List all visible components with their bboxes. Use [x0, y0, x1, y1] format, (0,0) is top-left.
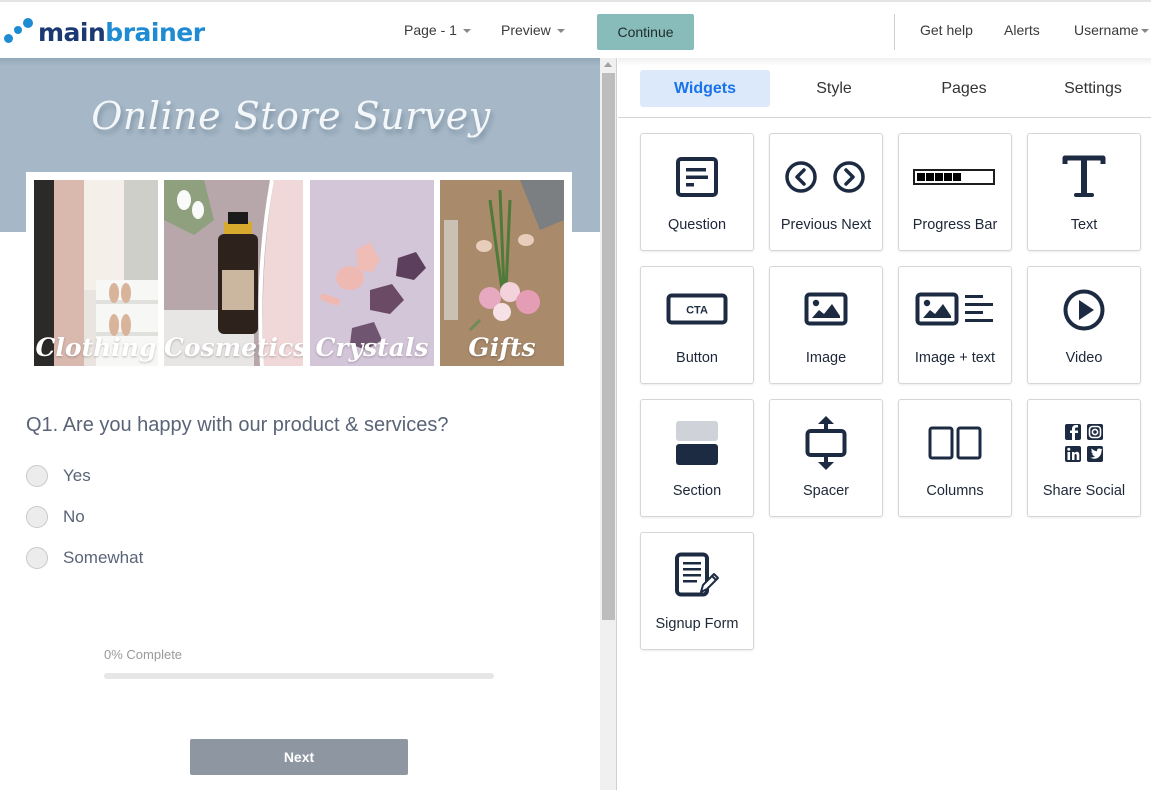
- image-text-icon: [899, 285, 1011, 335]
- cta-button-icon: CTA: [641, 285, 753, 335]
- widget-image[interactable]: Image: [769, 266, 883, 384]
- category-label: Clothing: [35, 333, 157, 362]
- chevron-down-icon: [1140, 29, 1149, 33]
- linkedin-icon: [1065, 446, 1081, 462]
- widget-section[interactable]: Section: [640, 399, 754, 517]
- option-no[interactable]: No: [26, 506, 85, 528]
- option-label: Yes: [63, 466, 91, 485]
- widget-label: Text: [1070, 217, 1098, 233]
- previous-next-icon: [770, 152, 882, 202]
- preview-scrollbar[interactable]: [600, 58, 617, 790]
- category-image-crystals: Crystals: [310, 180, 434, 366]
- logo-dots-icon: [4, 16, 38, 46]
- category-image-cosmetics: Cosmetics: [164, 180, 303, 366]
- text-icon: [1028, 152, 1140, 202]
- widget-label: Signup Form: [655, 616, 739, 632]
- instagram-icon: [1087, 424, 1103, 440]
- tab-settings[interactable]: Settings: [1028, 70, 1151, 107]
- category-label: Crystals: [315, 333, 429, 362]
- preview-dropdown-label: Preview: [501, 22, 551, 38]
- option-label: No: [63, 507, 85, 526]
- alerts-link[interactable]: Alerts: [1004, 22, 1040, 38]
- option-yes[interactable]: Yes: [26, 465, 91, 487]
- chevron-down-icon: [556, 29, 565, 33]
- widget-label: Columns: [926, 483, 984, 499]
- radio-button[interactable]: [26, 547, 48, 569]
- progress-bar: [104, 673, 494, 679]
- columns-icon: [899, 418, 1011, 468]
- next-button[interactable]: Next: [190, 739, 408, 775]
- video-play-icon: [1028, 285, 1140, 335]
- category-image-clothing: Clothing: [34, 180, 158, 366]
- progress-label: 0% Complete: [104, 647, 183, 662]
- logo-text: mainbrainer: [38, 17, 205, 47]
- facebook-icon: [1065, 424, 1081, 440]
- scroll-up-arrow-icon[interactable]: [604, 62, 612, 67]
- widget-image-text[interactable]: Image + text: [898, 266, 1012, 384]
- continue-button[interactable]: Continue: [597, 14, 694, 50]
- chevron-down-icon: [462, 29, 471, 33]
- widget-columns[interactable]: Columns: [898, 399, 1012, 517]
- twitter-icon: [1087, 446, 1103, 462]
- username-dropdown[interactable]: Username: [1074, 22, 1149, 38]
- option-somewhat[interactable]: Somewhat: [26, 547, 143, 569]
- widget-label: Image: [805, 350, 847, 366]
- spacer-icon: [770, 416, 882, 470]
- widget-label: Share Social: [1042, 483, 1126, 499]
- mainbrainer-logo[interactable]: mainbrainer: [4, 14, 205, 48]
- panel-tabs: Widgets Style Pages Settings: [618, 58, 1151, 118]
- tab-pages[interactable]: Pages: [899, 70, 1029, 107]
- svg-text:CTA: CTA: [686, 305, 708, 317]
- option-label: Somewhat: [63, 548, 144, 567]
- progress-bar-icon: [899, 152, 1011, 202]
- get-help-link[interactable]: Get help: [920, 22, 973, 38]
- widget-label: Spacer: [803, 483, 849, 499]
- widget-label: Button: [676, 350, 718, 366]
- widget-label: Video: [1065, 350, 1103, 366]
- category-gallery: Clothing Cosmetics Crystals Gifts: [26, 172, 572, 368]
- widget-label: Progress Bar: [912, 217, 998, 233]
- tab-widgets[interactable]: Widgets: [640, 70, 770, 107]
- share-social-icon: [1028, 418, 1140, 468]
- question-text: Q1. Are you happy with our product & ser…: [26, 414, 449, 436]
- widget-button[interactable]: CTA Button: [640, 266, 754, 384]
- tab-style[interactable]: Style: [769, 70, 899, 107]
- section-icon: [641, 418, 753, 468]
- radio-button[interactable]: [26, 506, 48, 528]
- widget-previous-next[interactable]: Previous Next: [769, 133, 883, 251]
- preview-dropdown[interactable]: Preview: [501, 22, 565, 38]
- widget-share-social[interactable]: Share Social: [1027, 399, 1141, 517]
- widget-label: Previous Next: [780, 217, 872, 233]
- builder-panel: Widgets Style Pages Settings Question Pr…: [618, 58, 1151, 790]
- widget-video[interactable]: Video: [1027, 266, 1141, 384]
- page-dropdown-label: Page - 1: [404, 22, 457, 38]
- widget-progress-bar[interactable]: Progress Bar: [898, 133, 1012, 251]
- widget-question[interactable]: Question: [640, 133, 754, 251]
- widget-text[interactable]: Text: [1027, 133, 1141, 251]
- widget-label: Section: [672, 483, 722, 499]
- page-dropdown[interactable]: Page - 1: [404, 22, 471, 38]
- header-divider: [894, 14, 895, 50]
- signup-form-icon: [641, 551, 753, 601]
- scrollbar-thumb[interactable]: [602, 73, 615, 620]
- category-label: Gifts: [468, 333, 536, 362]
- widget-label: Image + text: [914, 350, 996, 366]
- widget-spacer[interactable]: Spacer: [769, 399, 883, 517]
- image-icon: [770, 285, 882, 335]
- widget-signup-form[interactable]: Signup Form: [640, 532, 754, 650]
- top-navbar: mainbrainer Page - 1 Preview Continue Ge…: [0, 0, 1151, 58]
- category-label: Cosmetics: [164, 333, 303, 362]
- username-label: Username: [1074, 22, 1139, 38]
- radio-button[interactable]: [26, 465, 48, 487]
- survey-title: Online Store Survey: [91, 94, 491, 138]
- category-image-gifts: Gifts: [440, 180, 564, 366]
- survey-preview: Online Store Survey Clothing Cosmetics C…: [0, 58, 600, 790]
- widget-label: Question: [667, 217, 727, 233]
- question-icon: [641, 152, 753, 202]
